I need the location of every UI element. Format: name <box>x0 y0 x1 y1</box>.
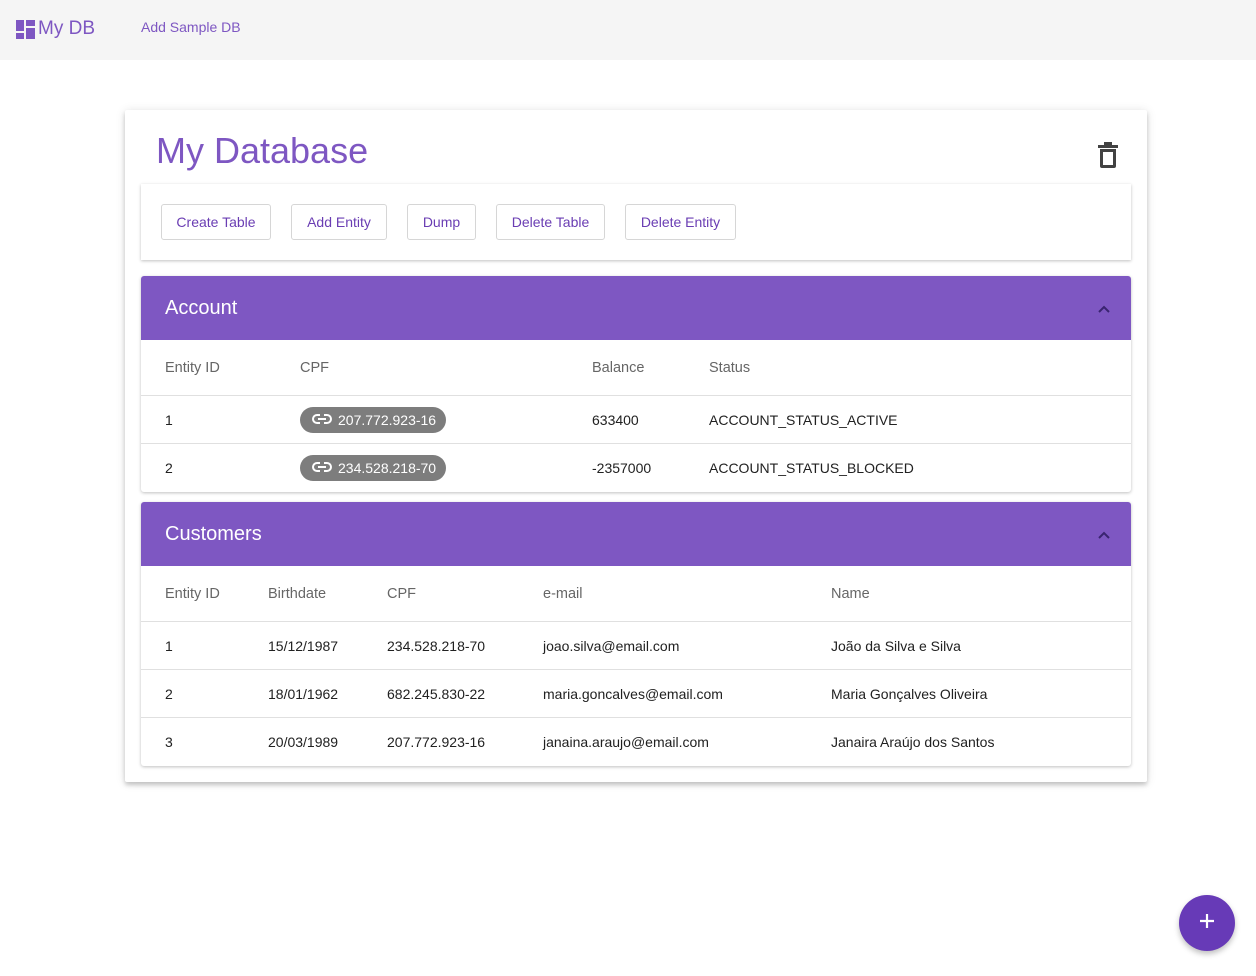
delete-entity-button[interactable]: Delete Entity <box>625 204 736 240</box>
link-icon <box>311 412 333 428</box>
delete-table-button[interactable]: Delete Table <box>496 204 605 240</box>
table-row[interactable]: 1 207.772.923-16 633400 ACCOUNT_STATUS_A… <box>141 396 1131 444</box>
app-brand[interactable]: My DB <box>16 18 95 40</box>
chip-label: 234.528.218-70 <box>338 460 437 476</box>
entity-id-cell: 2 <box>165 685 173 702</box>
add-entity-button[interactable]: Add Entity <box>291 204 387 240</box>
customers-table-panel: Customers Entity ID Birthdate CPF e-mail… <box>141 502 1131 766</box>
account-table-title: Account <box>165 297 238 319</box>
entity-id-cell: 1 <box>165 411 173 428</box>
column-header: Name <box>831 585 870 602</box>
customers-panel-header[interactable]: Customers <box>141 502 1131 566</box>
column-header: Balance <box>592 359 645 376</box>
dashboard-icon <box>16 19 35 39</box>
column-header: CPF <box>387 585 416 602</box>
table-row[interactable]: 3 20/03/1989 207.772.923-16 janaina.arau… <box>141 718 1131 766</box>
table-row[interactable]: 2 234.528.218-70 -2357000 ACCOUNT_STATUS… <box>141 444 1131 492</box>
app-title: My DB <box>38 18 95 39</box>
toolbar: Create Table Add Entity Dump Delete Tabl… <box>141 184 1131 260</box>
column-header: e-mail <box>543 585 583 602</box>
account-table-panel: Account Entity ID CPF Balance Status 1 2… <box>141 276 1131 492</box>
add-sample-db-link[interactable]: Add Sample DB <box>141 18 241 36</box>
name-cell: Maria Gonçalves Oliveira <box>831 685 988 702</box>
cpf-cell: 207.772.923-16 <box>300 396 447 443</box>
column-header: Status <box>709 359 751 376</box>
table-header-row: Entity ID Birthdate CPF e-mail Name <box>141 566 1131 622</box>
name-cell: João da Silva e Silva <box>831 637 961 654</box>
email-cell: maria.goncalves@email.com <box>543 685 723 702</box>
column-header: Birthdate <box>268 585 327 602</box>
column-header: CPF <box>300 359 329 376</box>
chip-label: 207.772.923-16 <box>338 411 437 428</box>
page-title: My Database <box>156 130 369 171</box>
cpf-cell: 234.528.218-70 <box>387 637 486 654</box>
customers-table-title: Customers <box>165 523 262 545</box>
table-header-row: Entity ID CPF Balance Status <box>141 340 1131 396</box>
cpf-link-chip[interactable]: 234.528.218-70 <box>300 455 447 481</box>
app-bar: My DB Add Sample DB <box>0 0 1256 60</box>
balance-cell: -2357000 <box>592 460 652 476</box>
email-cell: janaina.araujo@email.com <box>543 734 709 750</box>
balance-cell: 633400 <box>592 411 639 428</box>
birthdate-cell: 15/12/1987 <box>268 637 339 654</box>
column-header: Entity ID <box>165 585 220 602</box>
trash-icon <box>1097 142 1119 172</box>
birthdate-cell: 18/01/1962 <box>268 685 339 702</box>
account-panel-header[interactable]: Account <box>141 276 1131 340</box>
chevron-up-icon[interactable] <box>1097 301 1111 313</box>
entity-id-cell: 2 <box>165 460 173 476</box>
database-card: My Database Create Table Add Entity Dump… <box>125 110 1147 782</box>
entity-id-cell: 3 <box>165 734 173 750</box>
column-header: Entity ID <box>165 359 220 376</box>
cpf-cell: 207.772.923-16 <box>387 734 486 750</box>
entity-id-cell: 1 <box>165 637 173 654</box>
status-cell: ACCOUNT_STATUS_BLOCKED <box>709 460 914 476</box>
create-table-button[interactable]: Create Table <box>161 204 271 240</box>
email-cell: joao.silva@email.com <box>543 637 680 654</box>
plus-icon <box>1199 913 1215 934</box>
chevron-up-icon[interactable] <box>1097 527 1111 539</box>
name-cell: Janaira Araújo dos Santos <box>831 734 995 750</box>
cpf-link-chip[interactable]: 207.772.923-16 <box>300 406 447 433</box>
dump-button[interactable]: Dump <box>407 204 476 240</box>
table-row[interactable]: 2 18/01/1962 682.245.830-22 maria.goncal… <box>141 670 1131 718</box>
table-row[interactable]: 1 15/12/1987 234.528.218-70 joao.silva@e… <box>141 622 1131 670</box>
birthdate-cell: 20/03/1989 <box>268 734 339 750</box>
cpf-cell: 234.528.218-70 <box>300 444 447 492</box>
add-fab-button[interactable] <box>1179 895 1235 951</box>
link-icon <box>311 460 333 476</box>
status-cell: ACCOUNT_STATUS_ACTIVE <box>709 411 898 428</box>
delete-database-button[interactable] <box>1097 142 1119 168</box>
cpf-cell: 682.245.830-22 <box>387 685 486 702</box>
